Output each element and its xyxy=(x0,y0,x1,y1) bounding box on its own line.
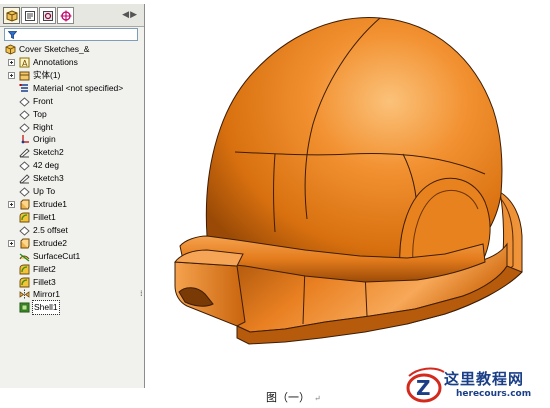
configuration-manager-tab[interactable] xyxy=(39,7,56,24)
tab-scroll-arrows[interactable]: ◀▶ xyxy=(122,9,138,21)
feature-manager-tab[interactable] xyxy=(3,7,20,24)
helmet-cover-model xyxy=(174,17,523,345)
tree-item-label: 实体(1) xyxy=(33,69,61,80)
tree-item-top[interactable]: Top xyxy=(0,108,144,121)
tree-item-mirror1[interactable]: Mirror1 xyxy=(0,288,144,301)
tree-item-label: Cover Sketches_& xyxy=(19,44,90,54)
tree-item-label: SurfaceCut1 xyxy=(33,250,81,261)
feature-manager-panel: ◀▶ Cover Sketches_& A Annotations 实体(1) Mate… xyxy=(0,4,145,388)
tree-item-label: Top xyxy=(33,108,47,119)
property-manager-tab[interactable] xyxy=(21,7,38,24)
tree-root[interactable]: Cover Sketches_& xyxy=(0,43,144,56)
plane-icon xyxy=(19,109,30,120)
shell-icon xyxy=(19,302,30,313)
tree-item-1[interactable]: 实体(1) xyxy=(0,69,144,82)
solid-bodies-icon xyxy=(19,71,30,81)
tree-item-fillet3[interactable]: Fillet3 xyxy=(0,276,144,289)
tree-item-label: Sketch3 xyxy=(33,173,64,184)
plane-icon xyxy=(19,122,30,133)
tree-item-sketch2[interactable]: Sketch2 xyxy=(0,146,144,159)
tree-item-label: Annotations xyxy=(33,56,78,67)
tree-item-surfacecut1[interactable]: SurfaceCut1 xyxy=(0,250,144,263)
tree-item-front[interactable]: Front xyxy=(0,95,144,108)
tree-item-sketch3[interactable]: Sketch3 xyxy=(0,172,144,185)
tree-item-label: Material <not specified> xyxy=(33,82,124,93)
tree-filter-field[interactable] xyxy=(4,28,138,41)
paragraph-mark: ↵ xyxy=(314,394,321,403)
tree-item-42-deg[interactable]: 42 deg xyxy=(0,159,144,172)
tree-item-up-to[interactable]: Up To xyxy=(0,185,144,198)
site-watermark: Z 这里教程网 herecours.com xyxy=(404,358,550,408)
tree-item-2-5-offset[interactable]: 2.5 offset xyxy=(0,224,144,237)
filter-icon xyxy=(8,31,17,39)
tree-item-label: Mirror1 xyxy=(33,289,60,300)
watermark-logo-icon: Z xyxy=(406,367,445,403)
tree-item-label: Sketch2 xyxy=(33,147,64,158)
mirror-icon xyxy=(19,289,30,300)
surface-cut-icon xyxy=(19,253,30,262)
tree-item-label: 2.5 offset xyxy=(33,224,68,235)
material-icon xyxy=(19,83,28,92)
feature-tree-icon xyxy=(6,10,18,22)
tree-item-right[interactable]: Right xyxy=(0,121,144,134)
tree-item-label: Fillet2 xyxy=(33,263,56,274)
tree-item-label: Fillet3 xyxy=(33,276,56,287)
graphics-viewport[interactable] xyxy=(145,4,550,388)
expand-toggle[interactable] xyxy=(8,239,15,247)
extrude-icon xyxy=(20,238,30,249)
tree-item-annotations[interactable]: A Annotations xyxy=(0,56,144,69)
svg-text:A: A xyxy=(22,59,28,68)
figure-caption: 图（一） ↵ xyxy=(266,389,321,407)
figure-caption-text: 图（一） xyxy=(266,391,310,404)
property-manager-icon xyxy=(25,11,35,21)
tree-item-extrude2[interactable]: Extrude2 xyxy=(0,237,144,250)
tree-item-label: Fillet1 xyxy=(33,211,56,222)
tree-item-extrude1[interactable]: Extrude1 xyxy=(0,198,144,211)
fillet-icon xyxy=(19,264,30,275)
tree-item-material-not-specified[interactable]: Material <not specified> xyxy=(0,82,144,95)
extrude-icon xyxy=(20,199,30,210)
sketch-icon xyxy=(19,174,30,184)
tree-item-fillet2[interactable]: Fillet2 xyxy=(0,263,144,276)
tree-item-origin[interactable]: Origin xyxy=(0,133,144,146)
fillet-icon xyxy=(19,212,30,223)
crosshair-icon xyxy=(60,10,72,22)
dimxpert-tab[interactable] xyxy=(57,7,74,24)
root-part-icon xyxy=(5,44,16,55)
tree-item-shell1[interactable]: Shell1 xyxy=(0,300,144,316)
fillet-icon xyxy=(19,277,30,287)
watermark-title: 这里教程网 xyxy=(444,370,525,388)
expand-toggle[interactable] xyxy=(8,71,15,79)
tree-item-label: Extrude2 xyxy=(33,237,68,248)
watermark-url: herecours.com xyxy=(456,389,532,399)
panel-tab-bar: ◀▶ xyxy=(0,4,144,27)
tree-item-label: Up To xyxy=(33,186,56,197)
expand-toggle[interactable] xyxy=(8,58,15,66)
tree-item-label: Right xyxy=(33,121,53,132)
plane-icon xyxy=(19,97,30,107)
plane-icon xyxy=(19,187,30,197)
tree-item-label: Origin xyxy=(33,134,56,145)
tree-item-fillet1[interactable]: Fillet1 xyxy=(0,211,144,224)
configuration-icon xyxy=(43,11,53,21)
tree-item-label: Extrude1 xyxy=(33,199,68,210)
tree-item-label: Shell1 xyxy=(32,300,60,316)
watermark-logo-letter: Z xyxy=(416,376,431,400)
annotations-icon: A xyxy=(19,57,30,68)
tree-item-label: 42 deg xyxy=(33,160,59,171)
tree-item-label: Front xyxy=(33,95,53,106)
plane-icon xyxy=(19,226,30,236)
expand-toggle[interactable] xyxy=(8,201,15,209)
sketch-icon xyxy=(19,148,30,158)
plane-icon xyxy=(19,161,30,171)
origin-icon xyxy=(21,135,29,144)
